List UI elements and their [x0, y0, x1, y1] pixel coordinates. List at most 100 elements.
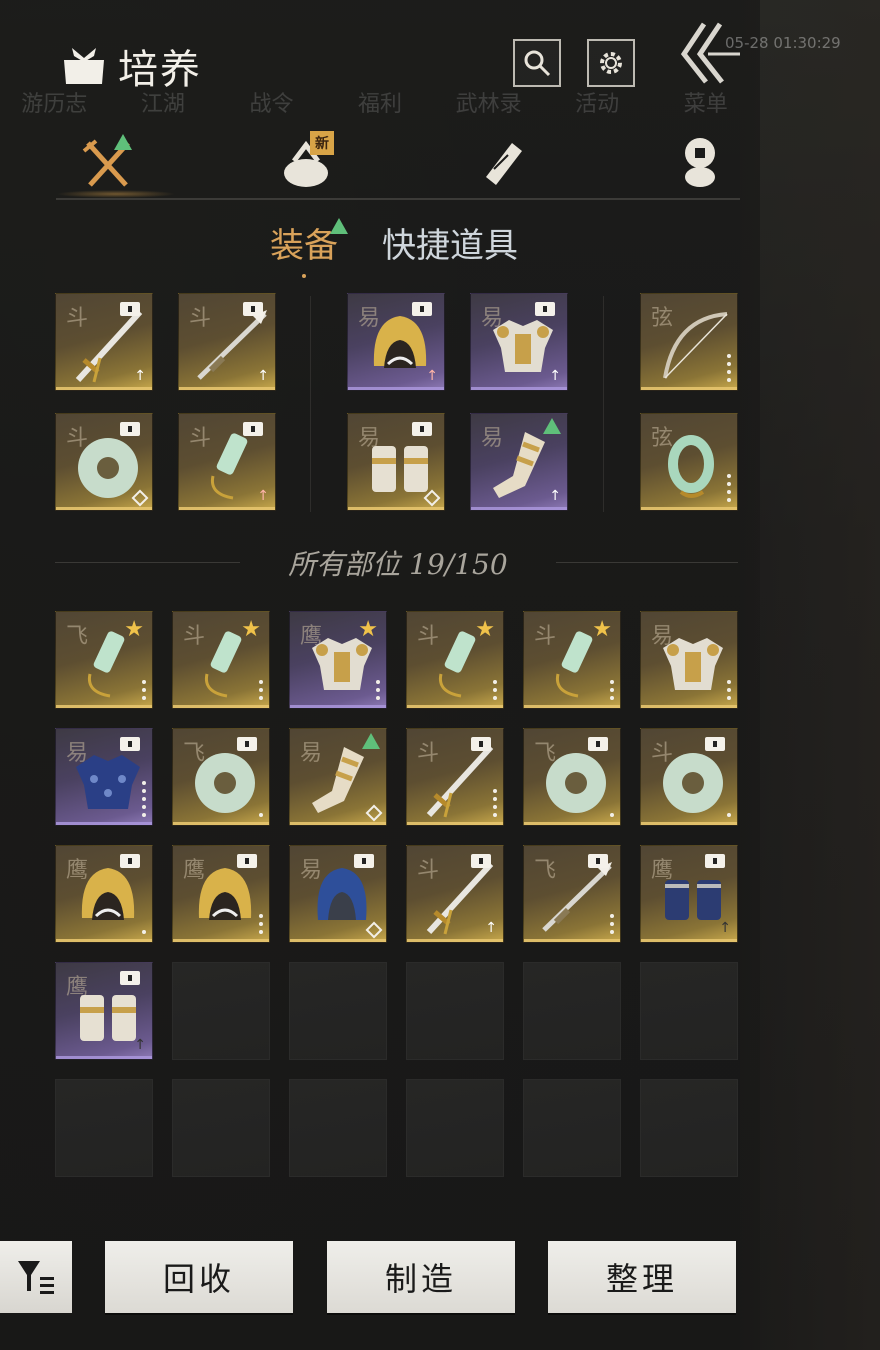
- background-menu-item: 战令: [249, 92, 294, 117]
- background-menu-item: 福利: [358, 92, 403, 117]
- sort-button[interactable]: 整理: [548, 1241, 736, 1313]
- item-slot[interactable]: 鹰: [55, 845, 153, 943]
- empty-slot[interactable]: [55, 1079, 153, 1177]
- empty-slot[interactable]: [640, 1079, 738, 1177]
- item-slot[interactable]: 鹰: [172, 845, 270, 943]
- item-slot[interactable]: 飞: [523, 728, 621, 826]
- item-slot[interactable]: 斗 ↑: [55, 293, 153, 391]
- lock-icon: [588, 737, 608, 751]
- item-slot[interactable]: 鹰 ↑: [55, 962, 153, 1060]
- clock-text: 05-28 01:30:29: [725, 34, 841, 52]
- craft-button[interactable]: 制造: [327, 1241, 515, 1313]
- item-slot[interactable]: 易: [640, 611, 738, 709]
- arrow-up-icon: ↑: [257, 368, 269, 384]
- filter-icon: [18, 1261, 54, 1294]
- level-dots: [610, 914, 614, 934]
- empty-slot[interactable]: [640, 962, 738, 1060]
- item-slot[interactable]: 易 ↑: [347, 293, 445, 391]
- empty-slot[interactable]: [406, 962, 504, 1060]
- empty-slot[interactable]: [289, 1079, 387, 1177]
- lock-icon: [120, 971, 140, 985]
- item-slot[interactable]: 易: [289, 728, 387, 826]
- recycle-button[interactable]: 回收: [105, 1241, 293, 1313]
- back-button[interactable]: [680, 20, 740, 90]
- background-menu-item: 活动: [575, 92, 620, 117]
- settings-button[interactable]: [587, 39, 635, 87]
- blue-helmet-icon: [304, 860, 380, 936]
- lock-icon: [243, 422, 263, 436]
- lock-icon: [237, 737, 257, 751]
- level-dots: [727, 354, 731, 382]
- empty-slot[interactable]: [289, 962, 387, 1060]
- sword-icon: [421, 743, 497, 819]
- bracers-icon: [362, 428, 438, 504]
- item-slot[interactable]: 斗: [640, 728, 738, 826]
- item-slot[interactable]: 斗: [55, 413, 153, 511]
- level-dots: [142, 680, 146, 700]
- slot-count-label: 所有部位 19/150: [288, 548, 508, 581]
- level-dots: [727, 474, 731, 502]
- item-slot[interactable]: 易 ↑: [470, 293, 568, 391]
- item-slot[interactable]: 易: [55, 728, 153, 826]
- empty-slot[interactable]: [172, 1079, 270, 1177]
- item-slot[interactable]: 飞 ★: [55, 611, 153, 709]
- header: 培养: [60, 36, 202, 96]
- empty-slot[interactable]: [523, 962, 621, 1060]
- item-slot[interactable]: 斗: [406, 728, 504, 826]
- empty-slot[interactable]: [406, 1079, 504, 1177]
- item-slot[interactable]: 斗 ↑: [178, 413, 276, 511]
- tab-equipment[interactable]: [58, 128, 158, 198]
- item-slot[interactable]: 易 ↑: [470, 413, 568, 511]
- tab-scroll[interactable]: [452, 128, 552, 198]
- star-icon: ★: [241, 617, 261, 642]
- item-slot[interactable]: 鹰 ↑: [640, 845, 738, 943]
- lock-icon: [120, 302, 140, 316]
- upgrade-arrow-icon: [543, 418, 561, 434]
- spear-icon: [538, 860, 614, 936]
- item-slot[interactable]: 弦: [640, 293, 738, 391]
- tab-coins[interactable]: [650, 128, 750, 198]
- level-dots: [259, 680, 263, 700]
- item-slot[interactable]: 斗 ↑: [178, 293, 276, 391]
- empty-slot[interactable]: [523, 1079, 621, 1177]
- item-slot[interactable]: 鹰 ★: [289, 611, 387, 709]
- level-dots: [727, 813, 731, 817]
- lock-icon: [412, 302, 432, 316]
- level-dots: [376, 680, 380, 700]
- sub-tabs: 装备 快捷道具: [0, 218, 760, 278]
- arrow-up-icon: ↑: [719, 920, 731, 936]
- item-slot[interactable]: 飞: [523, 845, 621, 943]
- item-slot[interactable]: 飞: [172, 728, 270, 826]
- tab-quick-items[interactable]: 快捷道具: [382, 218, 518, 267]
- search-button[interactable]: [513, 39, 561, 87]
- lock-icon: [471, 854, 491, 868]
- empty-slot[interactable]: [172, 962, 270, 1060]
- item-slot[interactable]: 弦: [640, 413, 738, 511]
- star-icon: ★: [592, 617, 612, 642]
- level-dots: [142, 930, 146, 934]
- arrow-up-icon: ↑: [134, 368, 146, 384]
- level-dots: [610, 680, 614, 700]
- item-slot[interactable]: 易: [289, 845, 387, 943]
- column-separator: [603, 296, 604, 512]
- helmet-icon: [70, 860, 146, 936]
- filter-button[interactable]: [0, 1241, 72, 1313]
- lock-icon: [120, 422, 140, 436]
- upgrade-arrow-icon: [362, 733, 380, 749]
- category-tabs: 新: [58, 128, 738, 198]
- lock-icon: [243, 302, 263, 316]
- tab-bundle[interactable]: 新: [256, 128, 356, 198]
- arrow-up-icon: ↑: [426, 368, 438, 384]
- gear-icon: [600, 52, 622, 74]
- item-slot[interactable]: 斗 ↑: [406, 845, 504, 943]
- level-dots: [610, 813, 614, 817]
- level-dots: [493, 789, 497, 817]
- tab-equipment-list[interactable]: 装备: [270, 218, 338, 267]
- item-slot[interactable]: 斗 ★: [406, 611, 504, 709]
- jade-disc-icon: [655, 743, 731, 819]
- column-separator: [310, 296, 311, 512]
- jade-disc-icon: [187, 743, 263, 819]
- item-slot[interactable]: 斗 ★: [523, 611, 621, 709]
- item-slot[interactable]: 易: [347, 413, 445, 511]
- item-slot[interactable]: 斗 ★: [172, 611, 270, 709]
